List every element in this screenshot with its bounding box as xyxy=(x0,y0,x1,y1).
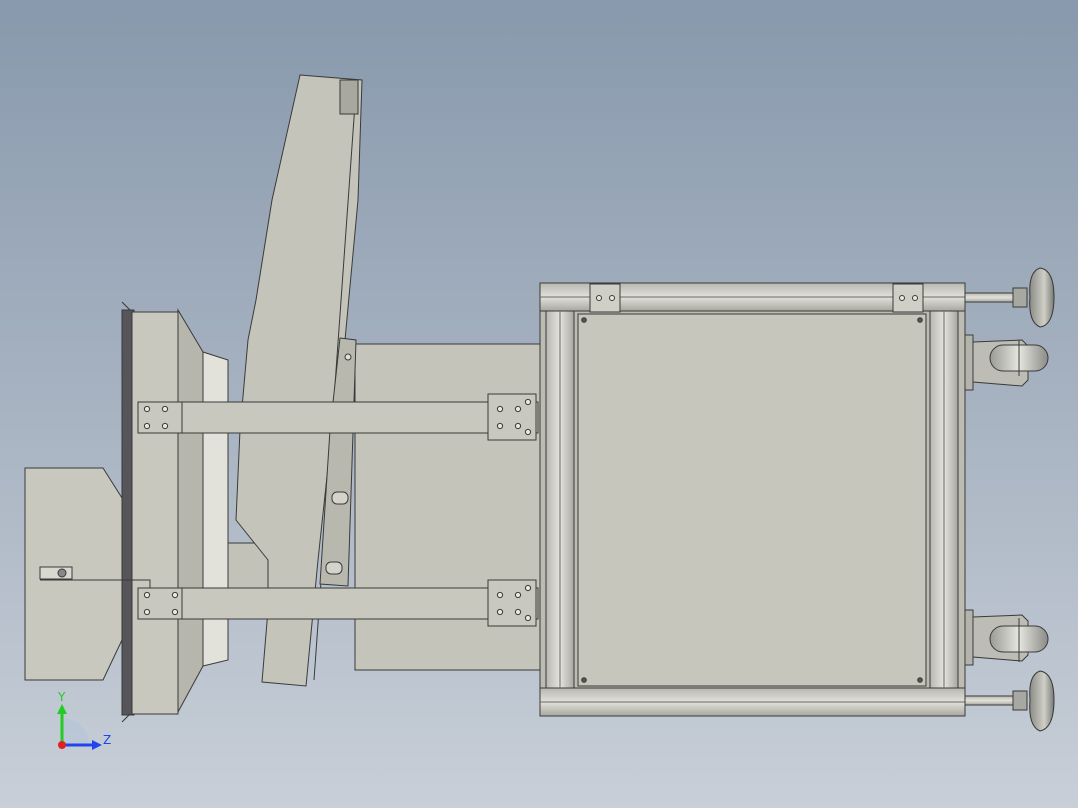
face-plate xyxy=(131,311,179,715)
frame-bracket-left xyxy=(589,283,621,313)
cad-viewport[interactable]: Y Z xyxy=(0,0,1078,808)
lid-corner-tab xyxy=(339,79,359,115)
triad-y-label: Y xyxy=(57,690,66,704)
hopper-side-wall xyxy=(177,308,204,713)
foot-top-pad xyxy=(1029,267,1055,328)
rail-slot-lower xyxy=(325,561,343,575)
arm-upper-leftplate xyxy=(137,401,183,434)
sensor-bracket xyxy=(39,566,73,580)
foot-top-nut xyxy=(1012,287,1028,308)
caster-top-mount xyxy=(964,334,974,391)
foot-bottom-nut xyxy=(1012,690,1028,711)
triad-origin-arc xyxy=(62,718,89,745)
arm-lower xyxy=(137,587,539,620)
triad-x-axis-dot xyxy=(58,741,66,749)
foot-top-stem xyxy=(964,292,1016,303)
caster-bottom-mount xyxy=(964,609,974,666)
rail-slot-upper xyxy=(331,491,349,505)
foot-bottom-stem xyxy=(964,695,1016,706)
triad-z-label: Z xyxy=(103,733,111,747)
foot-bottom-pad xyxy=(1029,670,1055,732)
orientation-triad: Y Z xyxy=(57,690,111,750)
arm-upper xyxy=(137,401,539,434)
sensor-knob xyxy=(57,568,67,578)
frame-bracket-right xyxy=(892,283,924,313)
cad-model-view[interactable]: Y Z xyxy=(0,0,1078,808)
face-tick-top xyxy=(121,301,131,311)
triad-y-arrow xyxy=(57,704,67,714)
rail-bolt xyxy=(344,353,352,361)
triad-z-arrow xyxy=(92,740,102,750)
frame-center-panel xyxy=(577,313,927,687)
